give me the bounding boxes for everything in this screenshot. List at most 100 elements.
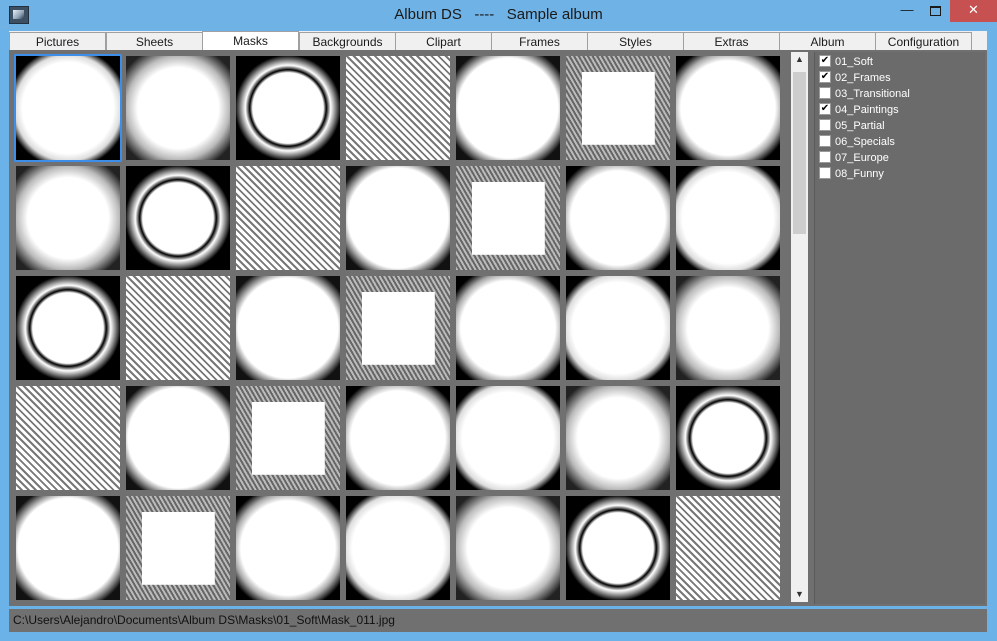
mask-thumbnail[interactable] [566,166,670,270]
category-label: 02_Frames [835,72,891,84]
category-item[interactable]: ✔ 02_Frames [819,70,891,86]
mask-thumbnail[interactable] [456,496,560,600]
vertical-scrollbar[interactable]: ▲ ▼ [791,52,808,602]
minimize-button[interactable]: — [893,0,921,22]
mask-preview [456,386,560,490]
mask-preview [16,56,120,160]
mask-thumbnail[interactable] [16,386,120,490]
category-item[interactable]: 08_Funny [819,166,884,182]
mask-thumbnail[interactable] [456,386,560,490]
mask-preview [346,166,450,270]
mask-preview [566,386,670,490]
checkbox[interactable] [819,87,831,100]
mask-preview [456,276,560,380]
mask-thumbnail[interactable] [566,386,670,490]
checkbox[interactable] [819,119,831,132]
mask-preview [566,56,670,160]
checkbox[interactable] [819,151,831,164]
tab-pictures[interactable]: Pictures [9,32,106,50]
tab-backgrounds[interactable]: Backgrounds [299,32,396,50]
mask-preview [16,166,120,270]
checkbox[interactable] [819,167,831,180]
mask-preview [456,166,560,270]
mask-thumbnail[interactable] [346,386,450,490]
checkbox[interactable]: ✔ [819,71,831,84]
app-window: Album DS ---- Sample album — ✕ Pictures … [0,0,997,641]
mask-preview [346,56,450,160]
mask-preview [16,496,120,600]
mask-preview [676,386,780,490]
mask-preview [676,276,780,380]
mask-thumbnail[interactable] [566,496,670,600]
mask-thumbnail[interactable] [566,56,670,160]
mask-preview [236,166,340,270]
mask-thumbnail[interactable] [676,56,780,160]
category-item[interactable]: 06_Specials [819,134,895,150]
tab-sheets[interactable]: Sheets [106,32,203,50]
category-item[interactable]: ✔ 04_Paintings [819,102,899,118]
status-bar: C:\Users\Alejandro\Documents\Album DS\Ma… [9,609,987,632]
mask-thumbnail[interactable] [236,276,340,380]
scroll-down-arrow[interactable]: ▼ [791,587,808,602]
mask-preview [236,386,340,490]
mask-thumbnail[interactable] [126,166,230,270]
category-item[interactable]: 07_Europe [819,150,889,166]
mask-thumbnail[interactable] [126,386,230,490]
mask-thumbnail[interactable] [676,276,780,380]
mask-preview [676,496,780,600]
mask-thumbnail[interactable] [676,496,780,600]
tab-configuration[interactable]: Configuration [875,32,972,50]
category-item[interactable]: ✔ 01_Soft [819,54,873,70]
mask-thumbnail[interactable] [16,166,120,270]
mask-thumbnail[interactable] [236,386,340,490]
mask-thumbnail[interactable] [236,166,340,270]
mask-thumbnail[interactable] [566,276,670,380]
mask-thumbnail[interactable] [126,496,230,600]
mask-thumbnail[interactable] [346,276,450,380]
close-button[interactable]: ✕ [950,0,997,22]
mask-preview [346,276,450,380]
mask-thumbnail[interactable] [236,56,340,160]
checkbox[interactable]: ✔ [819,55,831,68]
title-bar[interactable]: Album DS ---- Sample album — ✕ [0,0,997,30]
mask-preview [676,166,780,270]
mask-preview [126,276,230,380]
tab-frames[interactable]: Frames [491,32,588,50]
tab-album[interactable]: Album [779,32,876,50]
mask-thumbnail[interactable] [346,496,450,600]
category-item[interactable]: 05_Partial [819,118,885,134]
mask-thumbnail[interactable] [456,166,560,270]
tab-clipart[interactable]: Clipart [395,32,492,50]
scroll-thumb[interactable] [793,72,806,234]
mask-thumbnail[interactable] [14,54,122,162]
maximize-button[interactable] [921,0,949,22]
mask-thumbnail[interactable] [126,276,230,380]
mask-thumbnail[interactable] [16,496,120,600]
window-title: Album DS ---- Sample album [394,6,603,23]
mask-preview [126,56,230,160]
mask-preview [236,276,340,380]
mask-preview [16,276,120,380]
mask-thumbnail-grid[interactable] [14,54,784,600]
checkbox[interactable] [819,135,831,148]
mask-thumbnail[interactable] [676,386,780,490]
mask-thumbnail[interactable] [676,166,780,270]
mask-preview [346,386,450,490]
mask-thumbnail[interactable] [126,56,230,160]
mask-preview [346,496,450,600]
mask-thumbnail[interactable] [236,496,340,600]
mask-preview [676,56,780,160]
tab-masks[interactable]: Masks [202,31,299,50]
mask-thumbnail[interactable] [16,276,120,380]
category-item[interactable]: 03_Transitional [819,86,910,102]
mask-thumbnail[interactable] [456,56,560,160]
category-list: ✔ 01_Soft ✔ 02_Frames 03_Transitional ✔ 04_… [814,52,985,604]
mask-thumbnail[interactable] [456,276,560,380]
mask-preview [16,386,120,490]
mask-thumbnail[interactable] [346,166,450,270]
tab-extras[interactable]: Extras [683,32,780,50]
scroll-up-arrow[interactable]: ▲ [791,52,808,67]
checkbox[interactable]: ✔ [819,103,831,116]
mask-thumbnail[interactable] [346,56,450,160]
tab-styles[interactable]: Styles [587,32,684,50]
